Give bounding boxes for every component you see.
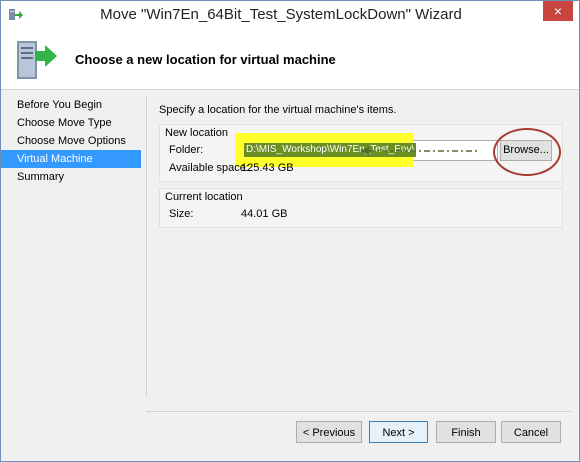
available-space-label: Available space:	[169, 162, 249, 174]
cancel-button[interactable]: Cancel	[501, 421, 561, 443]
page-title: Choose a new location for virtual machin…	[75, 52, 336, 67]
dashed-arrow-annotation	[360, 147, 478, 155]
close-button[interactable]: ×	[543, 1, 573, 21]
nav-item-virtual-machine[interactable]: Virtual Machine	[1, 150, 141, 168]
nav-item-summary[interactable]: Summary	[1, 168, 141, 186]
current-location-group: Current location Size: 44.01 GB	[159, 188, 563, 228]
current-location-label: Current location	[165, 191, 243, 203]
previous-button[interactable]: < Previous	[296, 421, 362, 443]
nav-item-choose-move-type[interactable]: Choose Move Type	[1, 114, 141, 132]
new-location-label: New location	[165, 127, 228, 139]
wizard-steps-nav: Before You Begin Choose Move Type Choose…	[1, 96, 141, 186]
finish-button[interactable]: Finish	[436, 421, 496, 443]
close-icon: ×	[553, 3, 563, 19]
red-circle-annotation	[493, 128, 561, 176]
footer-divider	[146, 411, 571, 412]
new-location-group: New location Folder: D:\MIS_Workshop\Win…	[159, 124, 563, 182]
nav-item-choose-move-options[interactable]: Choose Move Options	[1, 132, 141, 150]
wizard-window: Move "Win7En_64Bit_Test_SystemLockDown" …	[0, 0, 580, 462]
nav-divider	[146, 96, 147, 396]
next-button[interactable]: Next >	[369, 421, 428, 443]
available-space-value: 125.43 GB	[241, 162, 294, 174]
folder-label: Folder:	[169, 144, 204, 156]
wizard-header: Choose a new location for virtual machin…	[1, 29, 579, 90]
intro-text: Specify a location for the virtual machi…	[159, 104, 397, 116]
window-title: Move "Win7En_64Bit_Test_SystemLockDown" …	[100, 6, 462, 23]
size-label: Size:	[169, 208, 194, 220]
size-value: 44.01 GB	[241, 208, 288, 220]
nav-item-before-you-begin[interactable]: Before You Begin	[1, 96, 141, 114]
title-bar: Move "Win7En_64Bit_Test_SystemLockDown" …	[1, 1, 579, 29]
server-move-icon	[17, 41, 57, 79]
